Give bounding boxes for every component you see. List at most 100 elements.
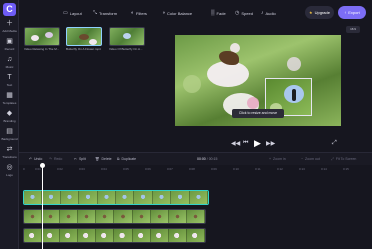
media-caption: Video Of Butterfly On A... bbox=[109, 47, 143, 51]
ruler-tick: 0:11 bbox=[255, 167, 261, 171]
clip-frame bbox=[186, 229, 205, 242]
rewind-icon[interactable]: ◀◀ bbox=[231, 140, 240, 147]
butterfly-shape bbox=[79, 34, 89, 40]
fade-icon: ▒ bbox=[211, 10, 215, 16]
sidebar-item-branding[interactable]: ◆ Branding bbox=[0, 110, 19, 128]
undo-icon: ↶ bbox=[29, 157, 32, 161]
duplicate-button[interactable]: ⧉ Duplicate bbox=[117, 157, 136, 161]
transform-label: Transform bbox=[99, 10, 118, 16]
timeline-ruler[interactable]: 0 0:01 0:02 0:03 0:04 0:05 0:06 0:07 0:0… bbox=[19, 165, 372, 173]
fullscreen-icon[interactable]: ⤢ bbox=[332, 140, 337, 147]
time-current: 00:00 bbox=[197, 157, 206, 161]
sidebar-item-add-media[interactable]: ＋ Add Media bbox=[0, 20, 19, 38]
transform-button[interactable]: ⤡ Transform bbox=[93, 8, 117, 18]
camera-icon: ▣ bbox=[6, 38, 13, 45]
redo-icon: ↷ bbox=[49, 157, 52, 161]
clip-frame bbox=[132, 229, 151, 242]
skip-back-icon[interactable]: ⏮ bbox=[243, 140, 248, 147]
brand-icon: ◆ bbox=[6, 110, 13, 117]
sidebar-item-text[interactable]: T Text bbox=[0, 74, 19, 92]
media-thumbnail[interactable] bbox=[24, 27, 60, 46]
forward-icon[interactable]: ▶▶ bbox=[266, 140, 275, 147]
clip-frame bbox=[114, 229, 133, 242]
transform-icon: ⤡ bbox=[93, 10, 98, 16]
media-thumbnail[interactable] bbox=[109, 27, 145, 46]
trash-icon: 🗑 bbox=[95, 157, 100, 161]
export-icon: ↑ bbox=[344, 10, 347, 15]
clip-frame bbox=[150, 229, 169, 242]
fit-to-screen-button[interactable]: ⤢ Fit To Screen bbox=[331, 157, 356, 161]
sidebar-item-label: Logo bbox=[6, 173, 13, 177]
playhead[interactable] bbox=[42, 165, 43, 249]
split-label: Split bbox=[78, 157, 86, 161]
fade-button[interactable]: ▒ Fade bbox=[211, 8, 226, 18]
duplicate-icon: ⧉ bbox=[117, 157, 120, 161]
zoom-in-label: Zoom in bbox=[273, 157, 286, 161]
sidebar-item-transitions[interactable]: ⇄ Transitions bbox=[0, 146, 19, 164]
zoom-out-label: Zoom out bbox=[305, 157, 320, 161]
clip-frame bbox=[96, 229, 115, 242]
timeline-clip[interactable] bbox=[23, 209, 206, 224]
audio-button[interactable]: ♪ Audio bbox=[261, 8, 276, 18]
ruler-tick: 0:14 bbox=[321, 167, 327, 171]
clip-frame bbox=[168, 229, 187, 242]
fit-label: Fit To Screen bbox=[335, 157, 357, 161]
speed-button[interactable]: ◷ Speed bbox=[235, 8, 253, 18]
redo-button[interactable]: ↷ Redo bbox=[49, 157, 62, 161]
clip-frame bbox=[152, 191, 172, 204]
timeline-clip-selected[interactable] bbox=[23, 190, 209, 205]
sidebar-item-background[interactable]: ▤ Background bbox=[0, 128, 19, 146]
redo-label: Redo bbox=[53, 157, 63, 161]
upgrade-button[interactable]: ★ Upgrade bbox=[305, 6, 334, 19]
media-thumbnail[interactable] bbox=[66, 27, 102, 46]
delete-label: Delete bbox=[101, 157, 112, 161]
playhead-handle[interactable] bbox=[40, 163, 45, 168]
fit-icon: ⤢ bbox=[331, 157, 334, 161]
clip-frame bbox=[24, 229, 43, 242]
clip-frame bbox=[78, 229, 97, 242]
layout-label: Layout bbox=[69, 10, 82, 16]
play-icon[interactable]: ▶ bbox=[254, 138, 261, 149]
blossom-shape bbox=[287, 57, 301, 71]
sidebar-item-music[interactable]: ♫ Music bbox=[0, 56, 19, 74]
layout-button[interactable]: ▭ Layout bbox=[63, 8, 82, 18]
clip-frame bbox=[78, 210, 97, 223]
time-total: / 00:15 bbox=[206, 157, 218, 161]
color-balance-button[interactable]: ◑ Color Balance bbox=[162, 8, 192, 18]
zoom-in-button[interactable]: + Zoom in bbox=[269, 157, 286, 161]
fade-label: Fade bbox=[216, 10, 226, 16]
media-caption: Video Relaxing In The M... bbox=[24, 47, 60, 51]
speed-label: Speed bbox=[241, 10, 253, 16]
flower-shape bbox=[207, 61, 249, 87]
clip-frame bbox=[150, 210, 169, 223]
clip-frame bbox=[134, 191, 153, 204]
timeline-clip[interactable] bbox=[23, 228, 206, 243]
undo-button[interactable]: ↶ Undo bbox=[29, 157, 42, 161]
sidebar-item-label: Templates bbox=[2, 101, 17, 105]
plus-icon: ＋ bbox=[6, 20, 13, 27]
delete-button[interactable]: 🗑 Delete bbox=[95, 157, 112, 161]
ruler-tick: 0:01 bbox=[35, 167, 41, 171]
sidebar-item-record[interactable]: ▣ Record bbox=[0, 38, 19, 56]
clip-frame bbox=[60, 191, 80, 204]
sidebar-item-templates[interactable]: ▦ Templates bbox=[0, 92, 19, 110]
layout-icon: ▭ bbox=[63, 10, 68, 16]
sidebar-item-logo[interactable]: ◎ Logo bbox=[0, 164, 19, 182]
ruler-tick: 0 bbox=[23, 167, 25, 171]
split-button[interactable]: ✂ Split bbox=[74, 157, 86, 161]
clip-frame bbox=[97, 191, 117, 204]
export-button[interactable]: ↑ Export bbox=[338, 6, 366, 19]
zoom-out-button[interactable]: − Zoom out bbox=[301, 157, 320, 161]
color-balance-label: Color Balance bbox=[167, 10, 193, 16]
ruler-tick: 0:07 bbox=[167, 167, 173, 171]
speed-icon: ◷ bbox=[235, 10, 240, 16]
clip-frame bbox=[24, 191, 43, 204]
clip-frame bbox=[79, 191, 98, 204]
clip-frame bbox=[60, 210, 79, 223]
filters-button[interactable]: ◐ Filters bbox=[131, 8, 147, 18]
aspect-ratio-button[interactable]: 16:9 bbox=[346, 26, 360, 33]
bokeh-shape bbox=[183, 75, 201, 93]
clip-frame bbox=[168, 210, 187, 223]
flower-shape bbox=[31, 35, 39, 41]
timecode: 00:00 / 00:15 bbox=[197, 157, 217, 161]
